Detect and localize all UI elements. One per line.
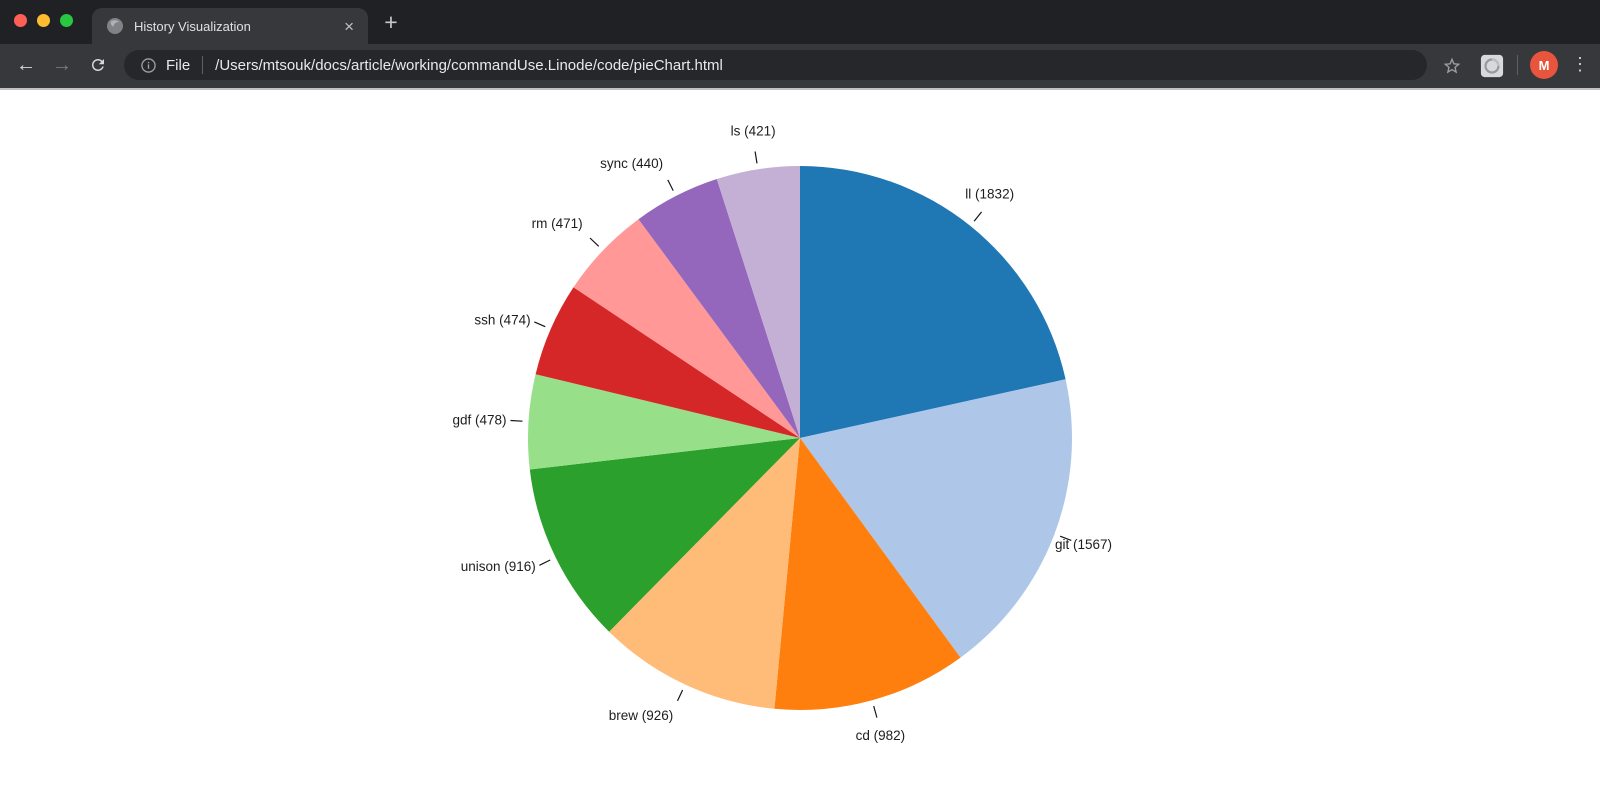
toolbar-separator — [1517, 55, 1518, 75]
pie-label-gdf: gdf (478) — [452, 412, 506, 427]
pie-label-cd: cd (982) — [856, 728, 906, 743]
pie-label-ssh: ssh (474) — [474, 312, 530, 327]
browser-menu-icon[interactable]: ⋮ — [1570, 54, 1590, 77]
pie-chart-svg: ll (1832) git (1567) cd (982) brew (926) uni… — [0, 90, 1600, 791]
pie-tick-brew — [678, 690, 683, 701]
tab-favicon-globe-icon — [106, 17, 124, 35]
pie-label-unison: unison (916) — [461, 559, 536, 574]
pie-label-sync: sync (440) — [600, 156, 663, 171]
tab-title: History Visualization — [134, 19, 342, 34]
url-text[interactable]: /Users/mtsouk/docs/article/working/comma… — [215, 57, 723, 74]
address-bar[interactable]: File /Users/mtsouk/docs/article/working/… — [124, 50, 1427, 80]
pie-tick-ls — [755, 152, 757, 164]
window-minimize-button[interactable] — [37, 14, 50, 27]
forward-button[interactable]: → — [44, 55, 80, 75]
pie-tick-ll — [974, 212, 982, 221]
pie-tick-ssh — [534, 322, 545, 327]
pie-tick-sync — [668, 180, 673, 191]
pie-label-rm: rm (471) — [532, 216, 583, 231]
address-separator — [202, 56, 203, 74]
pie-label-ll: ll (1832) — [965, 187, 1014, 202]
pie-tick-cd — [874, 706, 877, 718]
info-icon — [140, 57, 157, 74]
reload-icon — [89, 56, 107, 74]
site-info-chip[interactable]: File — [140, 57, 190, 74]
back-button[interactable]: ← — [8, 55, 44, 75]
pie-label-brew: brew (926) — [609, 708, 674, 723]
pie-label-ls: ls (421) — [731, 124, 776, 139]
pie-label-git: git (1567) — [1055, 537, 1112, 552]
browser-toolbar: ← → File /Users/mtsouk/docs/article/work… — [0, 44, 1600, 90]
bookmark-star-icon[interactable] — [1441, 54, 1463, 76]
profile-avatar[interactable]: M — [1530, 51, 1558, 79]
file-scheme-label: File — [166, 57, 190, 74]
pie-tick-rm — [590, 238, 599, 246]
extension-icon[interactable] — [1479, 52, 1505, 78]
tab-close-icon[interactable]: × — [342, 18, 356, 35]
browser-tab[interactable]: History Visualization × — [92, 8, 368, 44]
reload-button[interactable] — [80, 53, 116, 78]
tab-strip: History Visualization × + — [0, 0, 1600, 44]
window-controls — [14, 14, 73, 27]
toolbar-right-icons: M ⋮ — [1441, 51, 1590, 79]
page-content: ll (1832) git (1567) cd (982) brew (926) uni… — [0, 90, 1600, 791]
pie-tick-unison — [539, 560, 550, 565]
pie-tick-gdf — [511, 421, 523, 422]
window-close-button[interactable] — [14, 14, 27, 27]
new-tab-button[interactable]: + — [378, 10, 404, 36]
window-zoom-button[interactable] — [60, 14, 73, 27]
